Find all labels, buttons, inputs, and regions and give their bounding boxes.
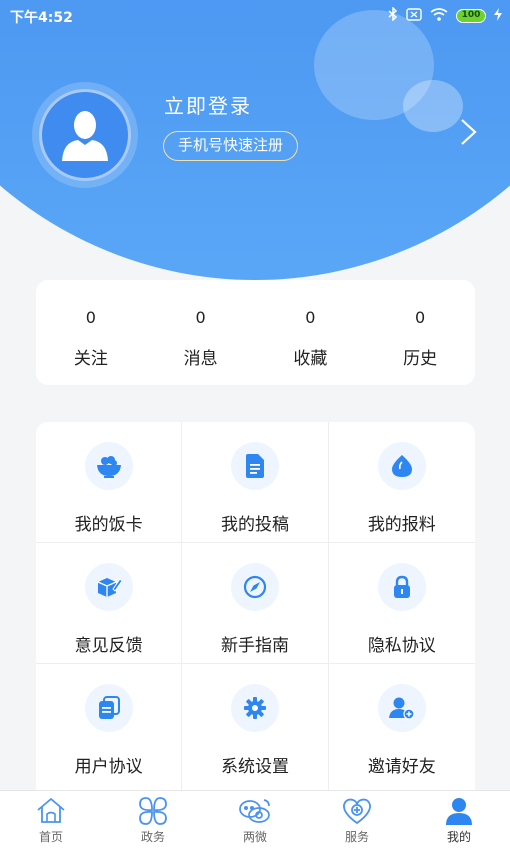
lock-icon — [377, 563, 426, 611]
wifi-icon — [430, 7, 448, 25]
grid-item-label: 邀请好友 — [367, 757, 436, 777]
charging-icon — [494, 7, 502, 25]
stat-label: 关注 — [73, 349, 108, 369]
tab-label: 我的 — [446, 830, 471, 844]
home-icon — [34, 796, 68, 826]
clover-icon — [136, 796, 170, 826]
tab-mine[interactable]: 我的 — [408, 791, 510, 850]
grid-item-settings[interactable]: 系统设置 — [182, 664, 329, 792]
stat-value: 0 — [85, 308, 96, 327]
grid-item-label: 我的饭卡 — [74, 515, 143, 535]
status-time: 下午4:52 — [10, 10, 73, 26]
avatar[interactable] — [32, 82, 138, 188]
heart-service-icon — [340, 796, 374, 826]
tab-label: 政务 — [140, 830, 165, 844]
grid-item-label: 我的投稿 — [220, 515, 289, 535]
stat-value: 0 — [195, 308, 206, 327]
bluetooth-icon — [388, 6, 398, 25]
stat-history[interactable]: 0 历史 — [365, 280, 475, 385]
profile-header: 下午4:52 100 立即登录 手机号快速注册 — [0, 0, 510, 285]
grid-item-feedback[interactable]: 意见反馈 — [36, 543, 183, 664]
add-user-icon — [377, 684, 426, 732]
grid-item-label: 新手指南 — [220, 636, 289, 656]
stat-label: 历史 — [403, 349, 438, 369]
quick-register-button[interactable]: 手机号快速注册 — [163, 131, 299, 161]
stat-follow[interactable]: 0 关注 — [36, 280, 146, 385]
grid-item-invite[interactable]: 邀请好友 — [328, 664, 475, 792]
tab-label: 首页 — [38, 830, 63, 844]
tab-weibo-wechat[interactable]: 两微 — [204, 791, 306, 850]
box-pen-icon — [84, 563, 133, 611]
weibo-icon — [238, 796, 272, 826]
tab-label: 两微 — [242, 830, 267, 844]
document-icon — [230, 442, 279, 490]
login-link[interactable]: 立即登录 — [164, 90, 252, 119]
stat-messages[interactable]: 0 消息 — [146, 280, 256, 385]
grid-item-reports[interactable]: 我的报料 — [328, 422, 475, 543]
feature-grid-card: 我的饭卡 我的投稿 我的报料 意见反馈 新手指南 隐私协议 用户协议 系统设置 … — [36, 422, 475, 792]
stat-label: 消息 — [183, 349, 218, 369]
grid-item-guide[interactable]: 新手指南 — [182, 543, 329, 664]
stat-favorites[interactable]: 0 收藏 — [256, 280, 366, 385]
grid-item-label: 意见反馈 — [74, 636, 143, 656]
stat-value: 0 — [305, 308, 316, 327]
sim-off-icon — [406, 7, 422, 25]
grid-item-user-agreement[interactable]: 用户协议 — [36, 664, 183, 792]
decor-bubble — [403, 80, 463, 132]
drop-icon — [377, 442, 426, 490]
stat-value: 0 — [415, 308, 426, 327]
grid-item-label: 用户协议 — [74, 757, 143, 777]
user-silhouette-icon — [62, 111, 108, 161]
battery-icon: 100 — [456, 9, 486, 23]
user-icon — [442, 796, 476, 826]
chevron-right-icon[interactable] — [458, 117, 480, 147]
bottom-tab-bar: 首页 政务 两微 服务 我的 — [0, 790, 510, 850]
grid-item-privacy[interactable]: 隐私协议 — [328, 543, 475, 664]
tab-service[interactable]: 服务 — [306, 791, 408, 850]
tab-government[interactable]: 政务 — [102, 791, 204, 850]
grid-item-label: 隐私协议 — [367, 636, 436, 656]
grid-item-label: 系统设置 — [220, 757, 289, 777]
grid-item-label: 我的报料 — [367, 515, 436, 535]
rice-bowl-icon — [84, 442, 133, 490]
stat-label: 收藏 — [293, 349, 328, 369]
status-bar: 下午4:52 100 — [0, 0, 510, 32]
grid-item-submissions[interactable]: 我的投稿 — [182, 422, 329, 543]
tab-label: 服务 — [344, 830, 369, 844]
gear-icon — [230, 684, 279, 732]
stats-card: 0 关注 0 消息 0 收藏 0 历史 — [36, 280, 475, 385]
tab-home[interactable]: 首页 — [0, 791, 102, 850]
grid-item-meal-card[interactable]: 我的饭卡 — [36, 422, 183, 543]
stacked-docs-icon — [84, 684, 133, 732]
compass-icon — [230, 563, 279, 611]
